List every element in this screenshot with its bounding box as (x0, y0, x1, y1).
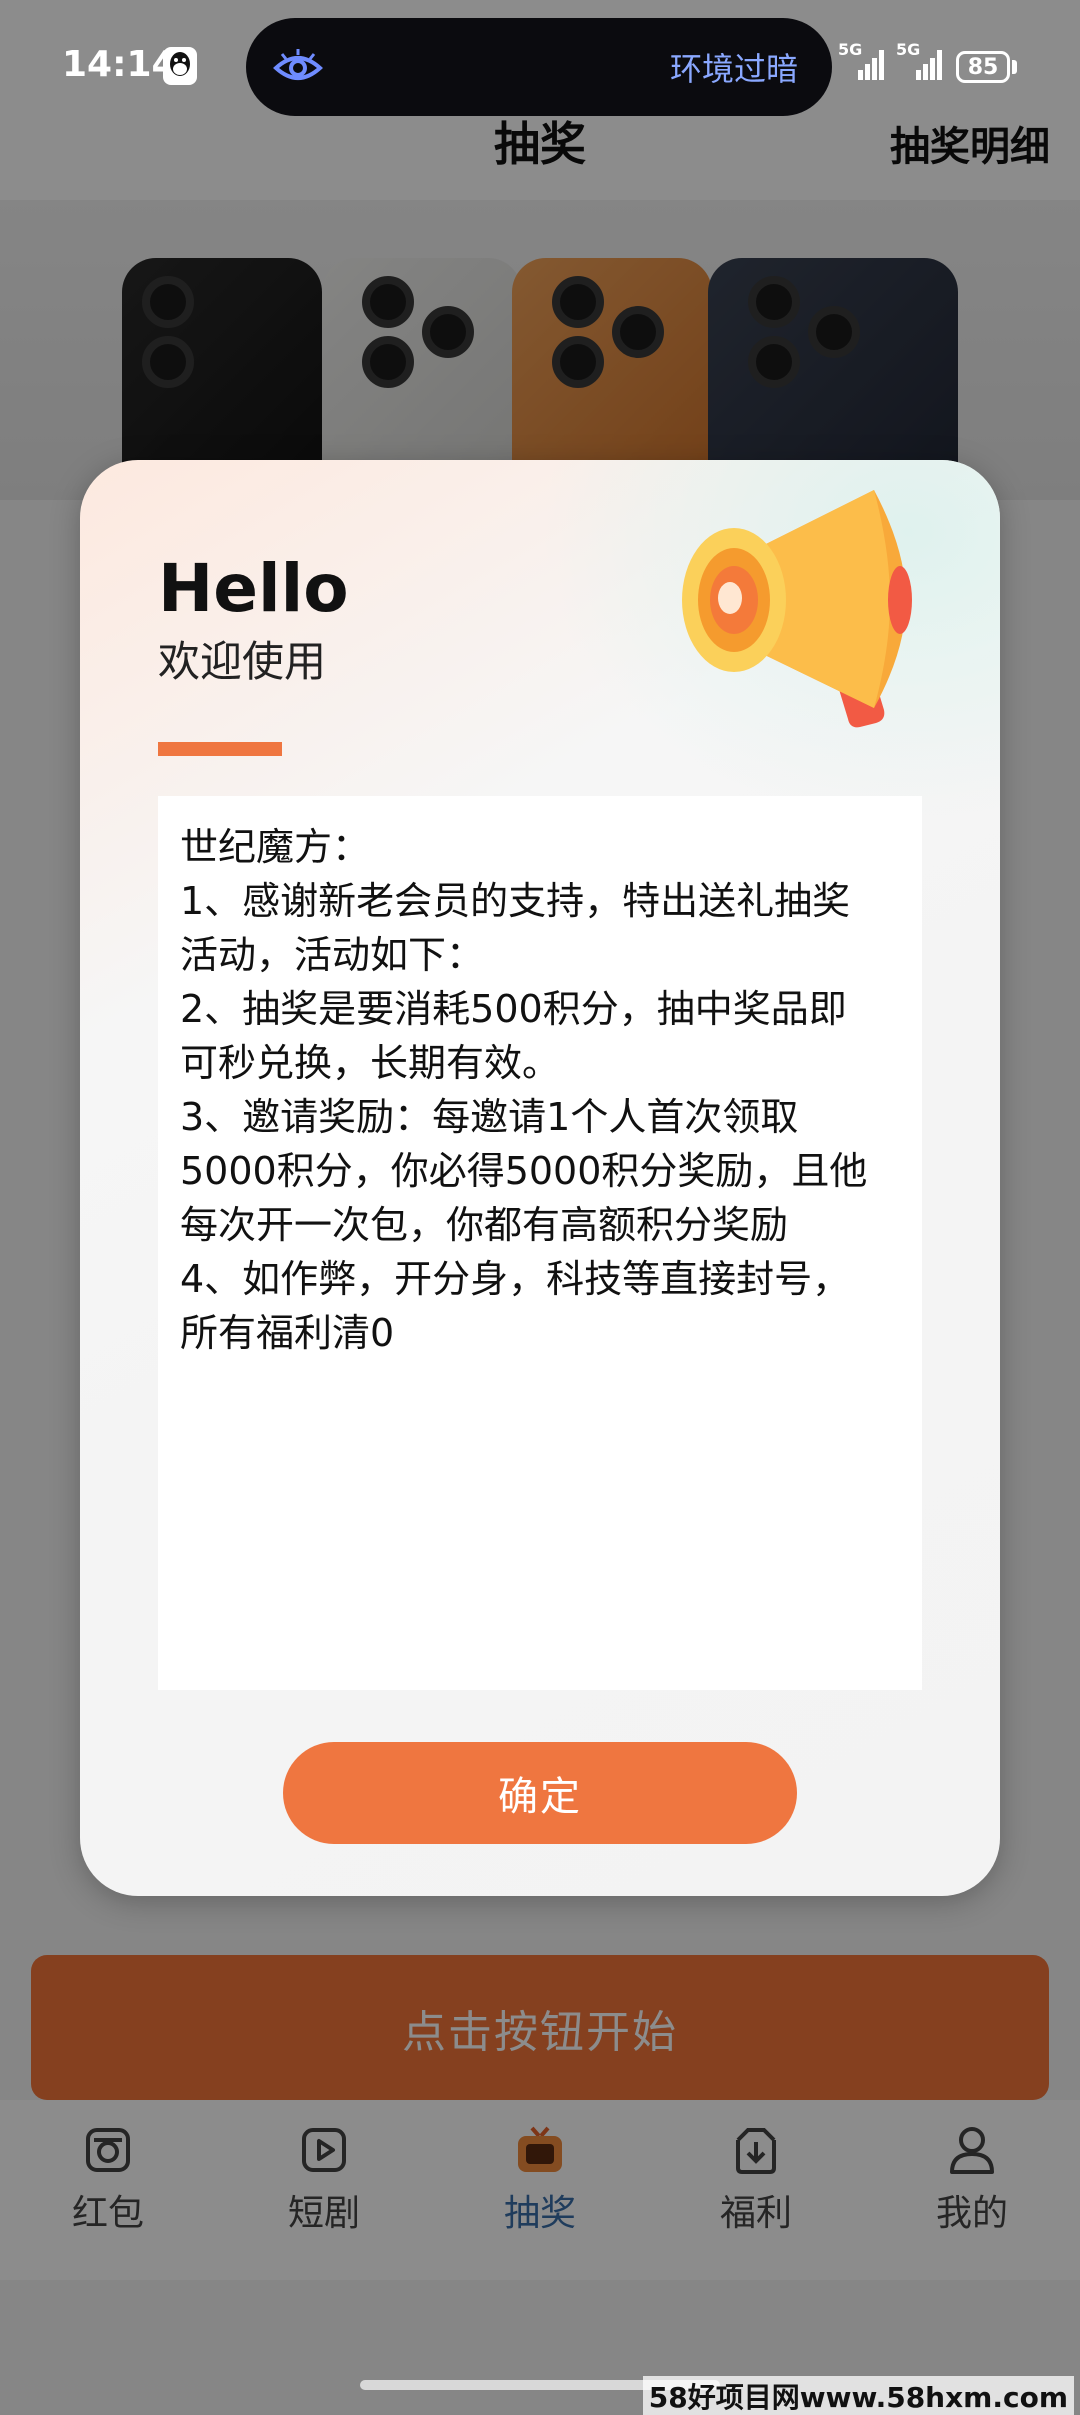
welcome-dialog: Hello 欢迎使用 世纪魔方： 1、感谢新老会员的支持，特出送礼抽奖 活动，活… (80, 460, 1000, 1896)
rules-line: 可秒兑换，长期有效。 (180, 1041, 561, 1085)
network-type-label: 5G (896, 40, 921, 59)
battery-level: 85 (967, 54, 999, 80)
battery-icon: 85 (956, 51, 1010, 83)
rules-line: 5000积分，你必得5000积分奖励，且他 (180, 1149, 868, 1193)
confirm-button[interactable]: 确定 (283, 1742, 797, 1844)
signal-icon: 5G (896, 40, 946, 86)
low-light-warning: 环境过暗 (669, 50, 798, 88)
rules-line: 每次开一次包，你都有高额积分奖励 (180, 1203, 789, 1247)
rules-line: 活动，活动如下： (180, 933, 485, 977)
dialog-welcome: 欢迎使用 (158, 637, 327, 686)
rules-line: 2、抽奖是要消耗500积分，抽中奖品即 (180, 987, 847, 1031)
eye-icon (273, 49, 323, 80)
rules-line: 4、如作弊，开分身，科技等直接封号， (180, 1257, 851, 1301)
status-time: 14:14 (62, 44, 177, 85)
dialog-hello: Hello (158, 550, 349, 627)
megaphone-icon (682, 490, 912, 728)
status-bar: 14:14 环境过暗 5G 5G 85 (0, 0, 1080, 118)
dynamic-island[interactable]: 环境过暗 (246, 18, 832, 116)
rules-line: 3、邀请奖励：每邀请1个人首次领取 (180, 1095, 799, 1139)
rules-content: 世纪魔方： 1、感谢新老会员的支持，特出送礼抽奖 活动，活动如下： 2、抽奖是要… (158, 796, 922, 1690)
rules-line: 1、感谢新老会员的支持，特出送礼抽奖 (180, 879, 851, 923)
qq-notification-icon (163, 47, 197, 85)
network-type-label: 5G (838, 40, 863, 59)
signal-icon: 5G (838, 40, 888, 86)
watermark: 58好项目网www.58hxm.com (642, 2376, 1074, 2415)
accent-divider (158, 742, 282, 756)
rules-line: 所有福利清0 (180, 1311, 395, 1355)
battery-tip (1012, 60, 1017, 74)
rules-line: 世纪魔方： (180, 825, 371, 869)
